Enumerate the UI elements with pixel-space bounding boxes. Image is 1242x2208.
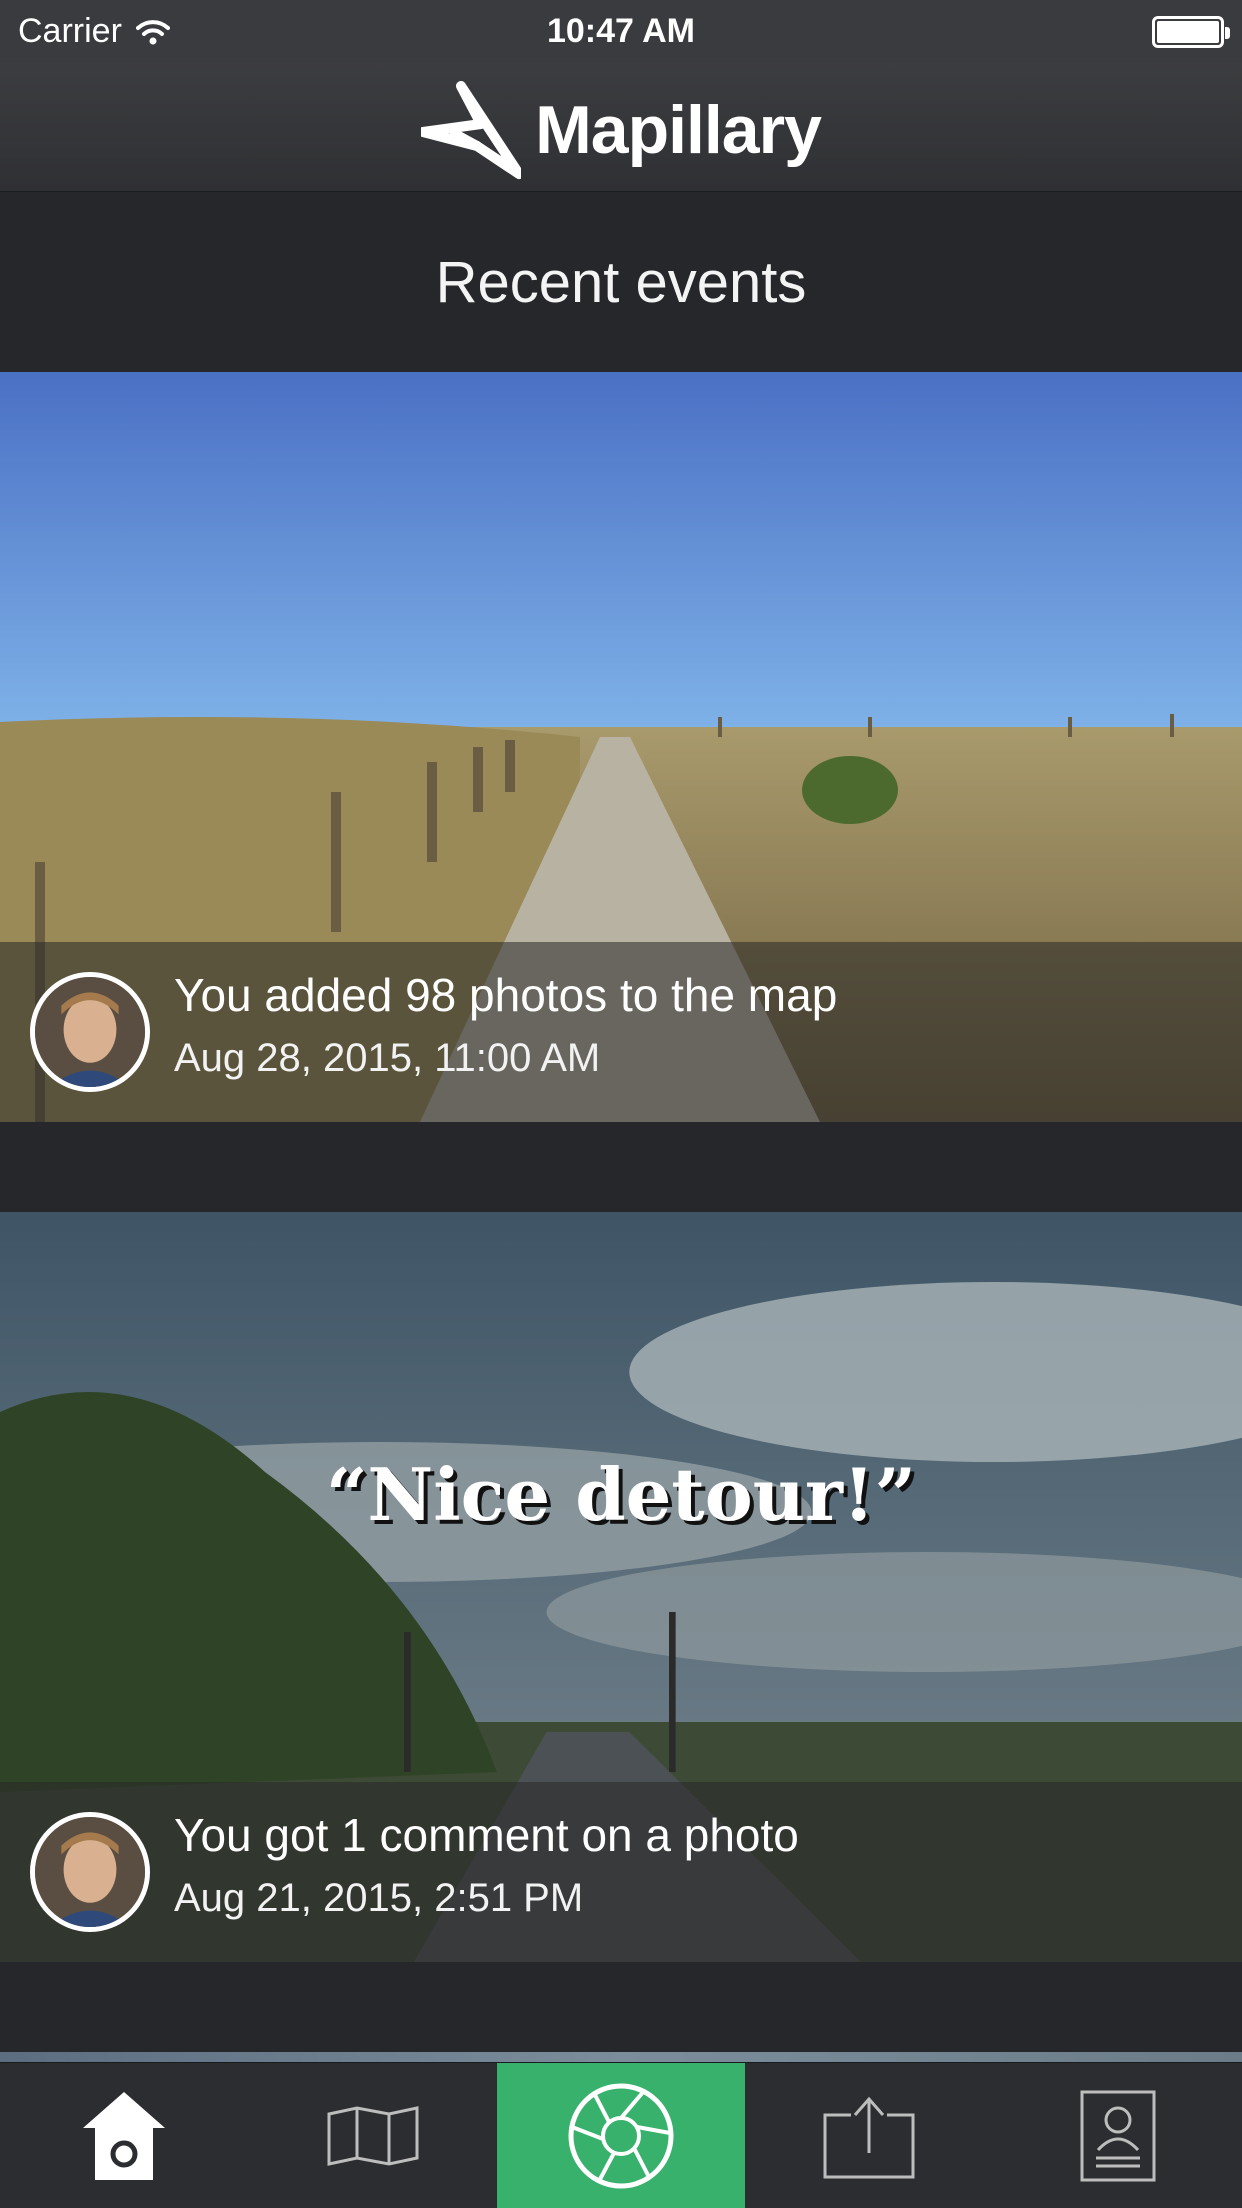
- tab-map[interactable]: [248, 2063, 496, 2208]
- event-info-overlay: You got 1 comment on a photo Aug 21, 201…: [0, 1782, 1242, 1962]
- camera-shutter-icon: [568, 2083, 674, 2188]
- event-title: You added 98 photos to the map: [174, 969, 838, 1021]
- event-card[interactable]: “Nice detour!” You got 1 comment on a ph…: [0, 1212, 1242, 1962]
- brand-name: Mapillary: [535, 92, 822, 168]
- mapillary-logo-icon: [421, 81, 522, 179]
- avatar[interactable]: [30, 1812, 150, 1932]
- tab-capture[interactable]: [496, 2063, 746, 2208]
- tab-profile[interactable]: [994, 2063, 1242, 2208]
- avatar[interactable]: [30, 972, 150, 1092]
- status-bar: Carrier 10:47 AM: [0, 0, 1242, 62]
- navigation-bar: Mapillary: [0, 62, 1242, 192]
- battery-icon: [1152, 16, 1230, 48]
- comment-quote: “Nice detour!”: [325, 1452, 917, 1537]
- event-info-overlay: You added 98 photos to the map Aug 28, 2…: [0, 942, 1242, 1122]
- upload-icon: [823, 2096, 915, 2178]
- brand-logo: Mapillary: [0, 80, 1242, 180]
- event-timestamp: Aug 21, 2015, 2:51 PM: [174, 1876, 584, 1920]
- event-card[interactable]: You added 98 photos to the map Aug 28, 2…: [0, 372, 1242, 1122]
- section-header: Recent events: [0, 192, 1242, 372]
- profile-icon: [1080, 2090, 1156, 2181]
- status-time: 10:47 AM: [546, 12, 696, 50]
- map-icon: [327, 2105, 419, 2166]
- event-title: You got 1 comment on a photo: [174, 1809, 799, 1861]
- home-icon: [83, 2091, 166, 2180]
- event-card-partial[interactable]: [0, 2052, 1242, 2062]
- tab-upload[interactable]: [745, 2063, 993, 2208]
- section-title: Recent events: [435, 249, 807, 315]
- tab-home[interactable]: [0, 2063, 248, 2208]
- tab-bar: [0, 2062, 1242, 2208]
- event-timestamp: Aug 28, 2015, 11:00 AM: [174, 1036, 601, 1080]
